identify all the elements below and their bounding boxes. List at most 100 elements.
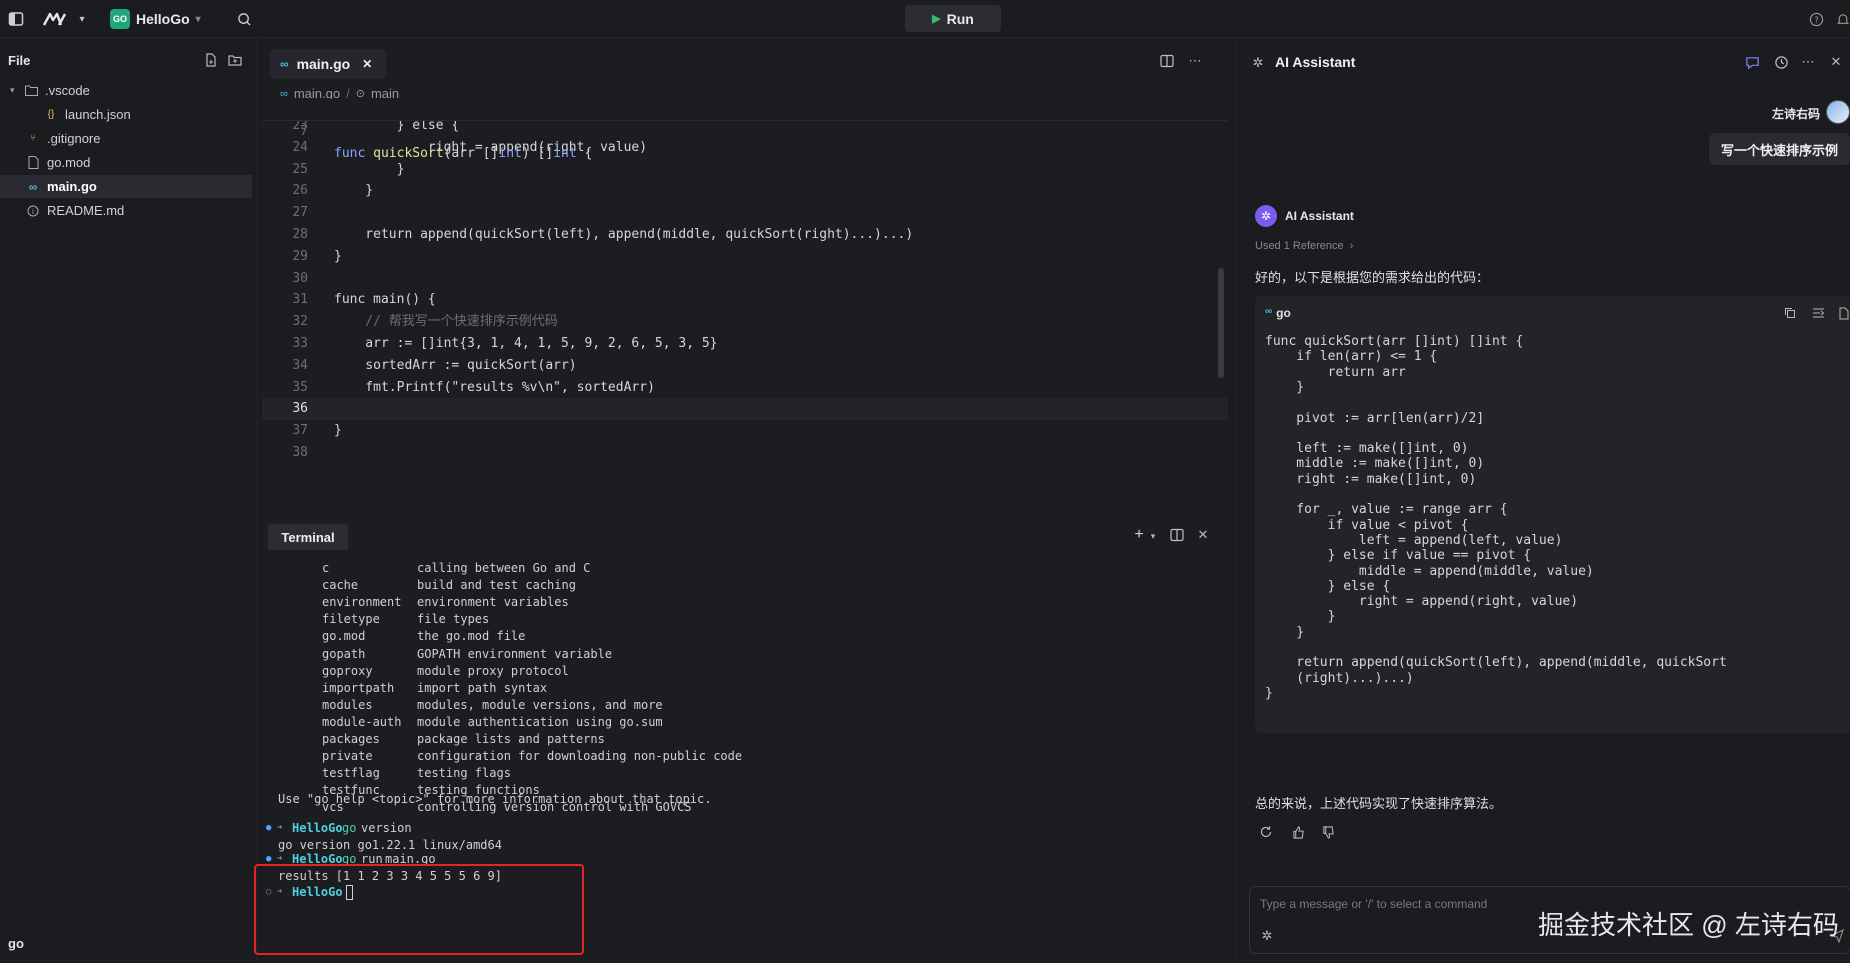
user-name: 左诗右码 (1771, 107, 1820, 121)
top-bar: ▾ GO HelloGo ▾ ▶ Run ? (0, 0, 1850, 38)
code-block-line: func quickSort(arr []int) []int { (1265, 334, 1524, 349)
code-block-line: (right)...)...) (1265, 670, 1414, 686)
help-topic-name: filetype (322, 612, 380, 627)
search-icon[interactable] (234, 9, 254, 29)
code-block-line: if value < pivot { (1265, 517, 1469, 533)
sticky-scroll-line: 7 func quickSort(arr []int) []int { (262, 99, 1228, 161)
code-block-line: middle = append(middle, value) (1265, 563, 1594, 579)
help-topic-desc: file types (417, 612, 490, 627)
help-topic-desc: testing flags (417, 766, 511, 781)
thumbs-down-icon[interactable] (1319, 823, 1337, 841)
help-topic-desc: configuration for downloading non-public… (417, 749, 743, 764)
history-icon[interactable] (1772, 53, 1790, 71)
editor-scrollbar[interactable] (1218, 268, 1224, 378)
sticky-line-text: func quickSort(arr []int) []int { (334, 146, 593, 161)
file-explorer: File ▾ .vscode {} launch.json ⑂ .gitigno… (0, 39, 258, 963)
help-topic-name: private (322, 749, 373, 764)
project-switcher[interactable]: GO HelloGo ▾ (110, 8, 201, 30)
assistant-intro: 好的，以下是根据您的需求给出的代码： (1255, 270, 1490, 285)
sparkle-icon: ✲ (1252, 55, 1264, 70)
assistant-avatar-icon: ✲ (1255, 205, 1277, 227)
thumbs-up-icon[interactable] (1289, 823, 1307, 841)
tree-folder-vscode[interactable]: ▾ .vscode (0, 79, 252, 102)
assistant-summary: 总的来说，上述代码实现了快速排序算法。 (1255, 796, 1503, 811)
close-icon[interactable]: ✕ (1827, 53, 1845, 71)
status-language: go (8, 936, 24, 951)
ai-panel-title: AI Assistant (1275, 54, 1356, 70)
code-block-line: } else { (1265, 578, 1391, 594)
info-icon: i (26, 204, 40, 218)
code-block-line: return append(quickSort(left), append(mi… (1265, 655, 1727, 671)
new-chat-icon[interactable] (1743, 53, 1761, 71)
tree-file-go-mod[interactable]: go.mod (0, 151, 252, 174)
code-block-content[interactable]: func quickSort(arr []int) []int { if len… (1255, 334, 1850, 724)
help-topic-desc: the go.mod file (417, 629, 526, 644)
help-topic-name: packages (322, 732, 380, 746)
tree-item-label: launch.json (65, 107, 131, 122)
user-message: 写一个快速排序示例 (1708, 133, 1850, 165)
code-block-line: } (1265, 685, 1273, 701)
code-line: 34 sortedArr := quickSort(arr) (292, 357, 577, 373)
help-topic-desc: build and test caching (417, 578, 576, 593)
help-topic-desc: calling between Go and C (417, 561, 591, 575)
code-block-line: } (1265, 379, 1305, 395)
help-icon[interactable]: ? (1806, 9, 1826, 29)
project-name: HelloGo (136, 11, 190, 27)
code-block-line: if len(arr) <= 1 { (1265, 349, 1438, 365)
prompt-indicator-icon: ● ➜ (266, 823, 283, 833)
folder-icon (24, 84, 38, 98)
code-line: 29} (292, 248, 342, 264)
notification-icon[interactable] (1836, 9, 1850, 29)
copy-icon[interactable] (1781, 304, 1799, 322)
help-topic-name: importpath (322, 680, 395, 695)
run-label: Run (946, 10, 974, 27)
code-area[interactable]: 7 func quickSort(arr []int) []int { 23 }… (262, 43, 1228, 510)
explorer-title: File (8, 53, 31, 68)
code-block-line: left = append(left, value) (1265, 532, 1563, 548)
code-block-line: right = append(right, value) (1265, 594, 1579, 610)
code-line: 26 } (292, 183, 374, 199)
code-line: 27 (292, 205, 308, 221)
marscode-logo-icon[interactable] (42, 9, 70, 29)
new-folder-icon[interactable] (226, 51, 244, 69)
sparkle-icon[interactable]: ✲ (1258, 927, 1276, 945)
tree-item-label: main.go (47, 179, 97, 194)
more-icon[interactable]: ⋯ (1799, 53, 1817, 71)
regenerate-icon[interactable] (1257, 823, 1275, 841)
code-block-line: return arr (1265, 364, 1406, 380)
go-file-icon: ∞ (1265, 306, 1273, 317)
help-topic-name: testflag (322, 766, 380, 781)
new-file-icon[interactable] (1835, 304, 1850, 322)
reference-link[interactable]: Used 1 Reference › (1255, 240, 1353, 252)
help-topic-name: goproxy (322, 663, 373, 678)
help-topic-desc: modules, module versions, and more (417, 697, 663, 712)
go-badge-icon: GO (110, 9, 130, 29)
new-file-icon[interactable] (202, 51, 220, 69)
insert-code-icon[interactable] (1809, 304, 1827, 322)
sidebar-toggle-icon[interactable] (6, 9, 26, 29)
go-file-icon: ∞ (28, 179, 38, 194)
assistant-name: AI Assistant (1285, 209, 1354, 223)
help-topic-name: modules (322, 697, 373, 712)
chevron-down-icon: ▾ (195, 13, 201, 25)
help-footer: Use "go help <topic>" for more informati… (278, 792, 712, 806)
tree-file-launch-json[interactable]: {} launch.json (0, 103, 252, 126)
tree-file-gitignore[interactable]: ⑂ .gitignore (0, 127, 252, 150)
code-block-line: } else if value == pivot { (1265, 548, 1532, 564)
tree-item-label: .gitignore (47, 131, 101, 146)
tree-file-main-go[interactable]: ∞ main.go (0, 175, 252, 198)
prompt-dir: HelloGo (292, 821, 343, 835)
help-topic-name: go.mod (322, 629, 366, 644)
code-line: 32 // 帮我写一个快速排序示例代码 (292, 314, 558, 330)
code-block-line: pivot := arr[len(arr)/2] (1265, 410, 1485, 426)
chevron-down-icon[interactable]: ▾ (72, 9, 92, 29)
help-topic-desc: module proxy protocol (417, 663, 569, 678)
chevron-down-icon: ▾ (10, 85, 15, 95)
tree-file-readme[interactable]: i README.md (0, 199, 252, 222)
code-block: ∞ go func quickSort(arr []int) []int { if… (1255, 296, 1850, 733)
ai-assistant-panel: ✲ AI Assistant ⋯ ✕ 左诗右码 写一个快速排序示例 ✲ AI A… (1236, 43, 1850, 963)
run-button[interactable]: ▶ Run (905, 5, 1001, 32)
help-topic-desc: module authentication using go.sum (417, 714, 663, 729)
tree-item-label: go.mod (47, 155, 91, 170)
help-topic-desc: environment variables (417, 595, 569, 610)
